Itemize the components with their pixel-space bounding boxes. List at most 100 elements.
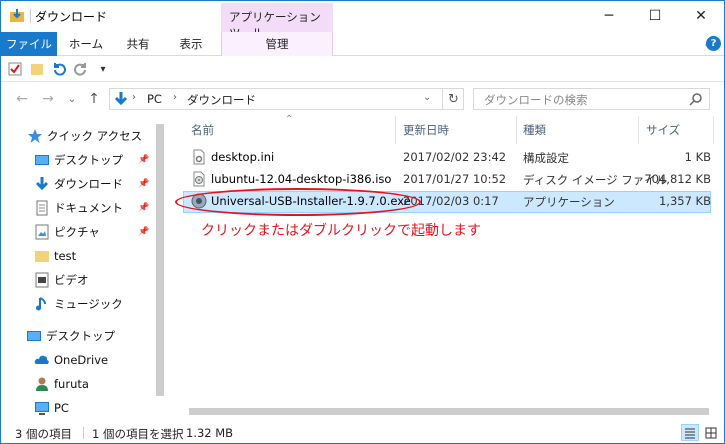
column-header-date[interactable]: 更新日時: [403, 116, 513, 144]
nav-item-label: furuta: [54, 377, 89, 391]
nav-item-label: デスクトップ: [46, 329, 115, 343]
nav-item-label: デスクトップ: [54, 153, 123, 167]
cloud-icon: [34, 355, 49, 364]
nav-item-label: ドキュメント: [54, 201, 123, 215]
desktop-icon: [27, 331, 41, 341]
column-size-label: サイズ: [646, 123, 681, 137]
qat-dropdown-icon[interactable]: ▾: [94, 60, 112, 78]
file-row-desktop-ini[interactable]: desktop.ini 2017/02/02 23:42 構成設定 1 KB: [183, 147, 711, 169]
minimize-button[interactable]: ─: [586, 1, 632, 31]
selection-size: 1.32 MB: [186, 426, 234, 440]
desktop-icon: [35, 155, 49, 165]
annotation-text: クリックまたはダブルクリックで起動します: [201, 223, 481, 239]
refresh-button[interactable]: ↻: [442, 89, 464, 109]
nav-item-downloads[interactable]: ダウンロード 📌: [1, 173, 151, 195]
title-bar[interactable]: ダウンロード アプリケーション ツール ─ ☐ ✕: [1, 1, 724, 40]
file-date: 2017/02/03 0:17: [403, 194, 499, 208]
column-divider[interactable]: [713, 116, 714, 144]
nav-item-videos[interactable]: ビデオ: [1, 269, 151, 291]
column-divider[interactable]: [638, 116, 639, 144]
horizontal-scrollbar-thumb[interactable]: [189, 408, 709, 415]
nav-scrollbar[interactable]: [153, 116, 167, 422]
column-divider[interactable]: [395, 116, 396, 144]
nav-item-label: ミュージック: [54, 297, 123, 311]
nav-item-label: ピクチャ: [54, 225, 100, 239]
tab-share[interactable]: 共有: [114, 32, 162, 56]
video-icon: [35, 272, 49, 288]
new-folder-icon[interactable]: [28, 60, 46, 78]
nav-item-label: PC: [54, 401, 69, 415]
address-bar[interactable]: › PC › ダウンロード ⌄: [109, 88, 464, 110]
folder-icon: [35, 251, 49, 262]
column-header-type[interactable]: 種類: [523, 116, 633, 144]
nav-item-music[interactable]: ミュージック: [1, 293, 151, 315]
quick-access-toolbar: ▾: [1, 57, 724, 82]
tab-manage[interactable]: 管理: [221, 32, 333, 56]
search-placeholder: ダウンロードの検索: [484, 93, 588, 107]
nav-item-test[interactable]: test: [1, 245, 151, 267]
recent-locations-icon[interactable]: ⌄: [63, 89, 81, 109]
properties-icon[interactable]: [6, 60, 24, 78]
download-icon: [35, 177, 49, 191]
nav-scrollbar-thumb[interactable]: [156, 124, 164, 396]
file-row-usb-installer[interactable]: Universal-USB-Installer-1.9.7.0.exe 2017…: [183, 191, 711, 213]
help-icon[interactable]: ?: [706, 36, 721, 51]
horizontal-scrollbar[interactable]: [179, 404, 719, 418]
pin-icon: 📌: [138, 179, 150, 189]
column-date-label: 更新日時: [403, 123, 449, 137]
nav-item-user[interactable]: furuta: [1, 373, 151, 395]
redo-icon[interactable]: [72, 60, 90, 78]
forward-button[interactable]: →: [39, 89, 57, 109]
picture-icon: [35, 224, 49, 240]
file-size: 704,812 KB: [644, 172, 711, 186]
tab-view[interactable]: 表示: [164, 32, 218, 56]
file-date: 2017/02/02 23:42: [403, 150, 507, 164]
nav-item-onedrive[interactable]: OneDrive: [1, 349, 151, 371]
nav-item-label: test: [54, 249, 77, 263]
nav-item-pc[interactable]: PC: [1, 397, 151, 419]
large-icons-view-button[interactable]: [702, 424, 720, 441]
nav-item-desktop[interactable]: デスクトップ 📌: [1, 149, 151, 171]
file-list: ⌃ 名前 更新日時 種類 サイズ desktop.ini 2017/02/02 …: [171, 114, 724, 422]
navigation-bar: ← → ⌄ ↑ › PC › ダウンロード ⌄ ↻ ダウンロードの検索: [1, 83, 724, 116]
close-button[interactable]: ✕: [678, 1, 724, 31]
tab-home[interactable]: ホーム: [59, 32, 113, 56]
status-bar: 3 個の項目 1 個の項目を選択 1.32 MB: [1, 422, 724, 444]
ribbon-tabs: ファイル ホーム 共有 表示 管理 ⌄ ?: [1, 32, 724, 56]
nav-item-pictures[interactable]: ピクチャ 📌: [1, 221, 151, 243]
file-name: desktop.ini: [211, 150, 275, 164]
file-type: アプリケーション: [523, 195, 615, 209]
nav-item-desktop-root[interactable]: デスクトップ: [1, 325, 151, 347]
column-divider[interactable]: [516, 116, 517, 144]
back-button[interactable]: ←: [13, 89, 31, 109]
nav-quick-access-label: クイック アクセス: [47, 129, 143, 143]
user-icon: [36, 377, 48, 391]
tool-tab-header: アプリケーション ツール: [221, 3, 333, 40]
details-view-button[interactable]: [681, 424, 699, 441]
nav-item-documents[interactable]: ドキュメント 📌: [1, 197, 151, 219]
file-size: 1,357 KB: [658, 194, 711, 208]
file-type: 構成設定: [523, 151, 569, 165]
crumb-pc[interactable]: PC: [147, 92, 162, 106]
address-dropdown-icon[interactable]: ⌄: [423, 92, 431, 103]
pin-icon: 📌: [138, 227, 150, 237]
up-button[interactable]: ↑: [85, 89, 103, 109]
window-title: ダウンロード: [35, 10, 108, 24]
usb-installer-icon: [191, 193, 207, 209]
nav-item-label: ダウンロード: [54, 177, 123, 191]
nav-quick-access[interactable]: クイック アクセス: [1, 125, 151, 147]
search-icon[interactable]: [689, 92, 703, 106]
column-header-name[interactable]: 名前: [191, 116, 399, 144]
status-separator: [83, 427, 84, 439]
file-date: 2017/01/27 10:52: [403, 172, 507, 186]
crumb-downloads[interactable]: ダウンロード: [187, 92, 256, 108]
maximize-button[interactable]: ☐: [632, 1, 678, 31]
tab-file[interactable]: ファイル: [1, 32, 57, 56]
nav-item-label: OneDrive: [54, 353, 109, 367]
pc-icon: [35, 402, 49, 415]
search-input[interactable]: ダウンロードの検索: [473, 88, 710, 110]
column-header-size[interactable]: サイズ: [646, 116, 716, 144]
file-row-lubuntu-iso[interactable]: lubuntu-12.04-desktop-i386.iso 2017/01/2…: [183, 169, 711, 191]
column-name-label: 名前: [191, 123, 214, 137]
undo-icon[interactable]: [50, 60, 68, 78]
